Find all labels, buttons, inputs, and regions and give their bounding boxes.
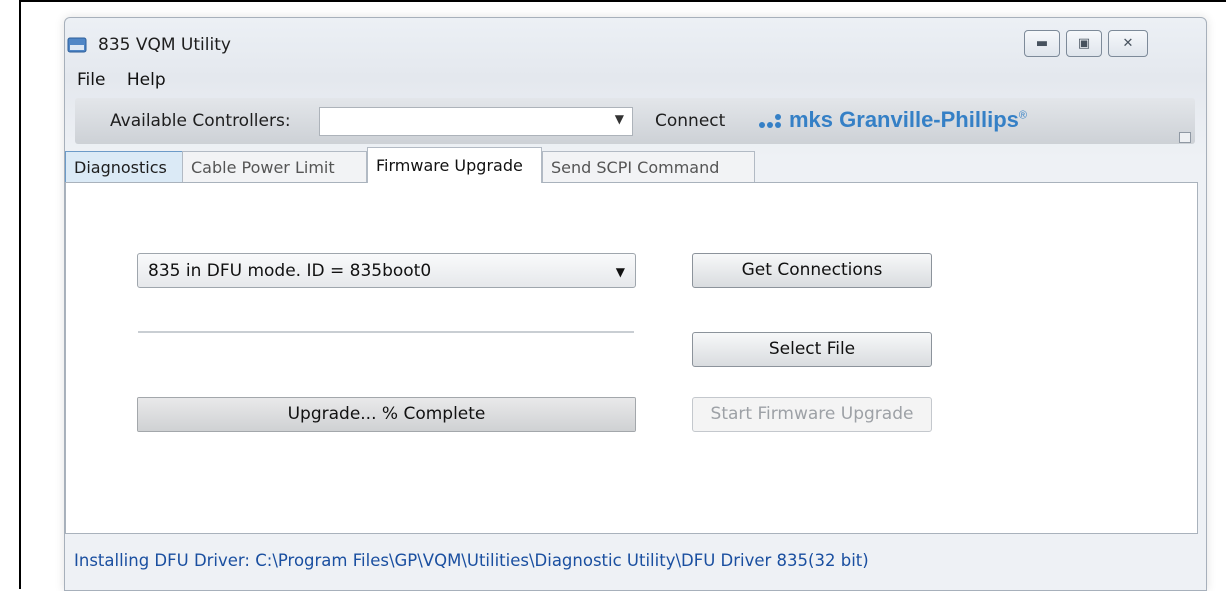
close-icon: ✕ [1122,36,1134,51]
tab-firmware-upgrade[interactable]: Firmware Upgrade [367,147,542,183]
logo-text: mks Granville-Phillips [789,107,1019,132]
frame-left-border [19,0,21,589]
mks-logo-dots-icon [759,114,781,128]
app-icon [67,37,87,53]
close-button[interactable]: ✕ [1108,30,1148,57]
file-path-field [138,331,634,333]
progress-label: Upgrade... % Complete [287,404,486,424]
upgrade-progress-bar: Upgrade... % Complete [137,397,636,432]
controller-toolbar: Available Controllers: ▼ Connect mks Gra… [75,98,1195,144]
menu-file[interactable]: File [77,70,105,90]
minimize-button[interactable]: ▬ [1024,30,1060,57]
logo-registered-mark: ® [1018,109,1027,122]
connect-button[interactable]: Connect [655,111,725,131]
dropdown-arrow-icon: ▼ [615,265,625,279]
dropdown-arrow-icon: ▼ [614,112,624,126]
tab-send-scpi-command[interactable]: Send SCPI Command [542,151,755,182]
device-selected: 835 in DFU mode. ID = 835boot0 [148,261,432,281]
tab-cable-power-limit[interactable]: Cable Power Limit [182,151,367,182]
available-controllers-label: Available Controllers: [110,111,291,131]
minimize-icon: ▬ [1035,36,1049,51]
window-title: 835 VQM Utility [98,35,231,55]
controllers-dropdown[interactable]: ▼ [319,107,633,136]
device-dropdown[interactable]: 835 in DFU mode. ID = 835boot0 ▼ [137,253,636,288]
size-grip-icon [1179,132,1191,143]
menu-help[interactable]: Help [127,70,166,90]
menu-bar: File Help [77,70,182,90]
frame-top-border [19,0,1226,2]
mks-logo: mks Granville-Phillips® [789,107,1027,133]
start-firmware-upgrade-button[interactable]: Start Firmware Upgrade [692,397,932,432]
get-connections-button[interactable]: Get Connections [692,253,932,288]
firmware-upgrade-panel: 835 in DFU mode. ID = 835boot0 ▼ Get Con… [65,182,1198,534]
status-text: Installing DFU Driver: C:\Program Files\… [74,551,869,570]
maximize-icon: ▣ [1077,36,1091,51]
select-file-button[interactable]: Select File [692,332,932,367]
app-window: 835 VQM Utility ▬ ▣ ✕ File Help Availabl… [64,17,1207,591]
tab-diagnostics[interactable]: Diagnostics [65,151,183,182]
maximize-button[interactable]: ▣ [1066,30,1102,57]
